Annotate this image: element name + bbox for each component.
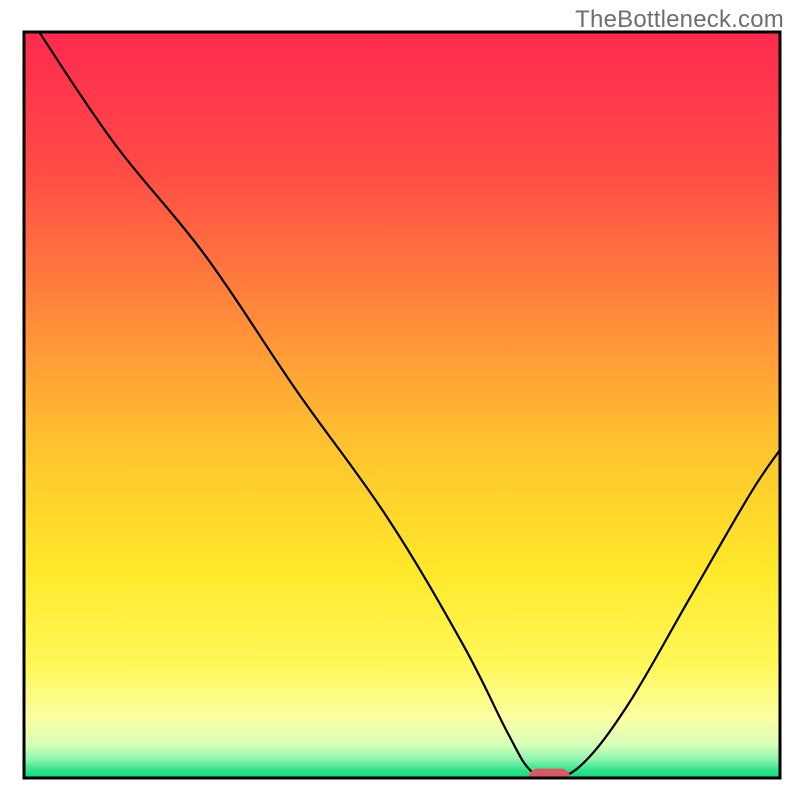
chart-container: TheBottleneck.com (0, 0, 800, 800)
watermark-text: TheBottleneck.com (575, 6, 784, 34)
gradient-background (24, 32, 780, 778)
bottleneck-chart (0, 0, 800, 800)
